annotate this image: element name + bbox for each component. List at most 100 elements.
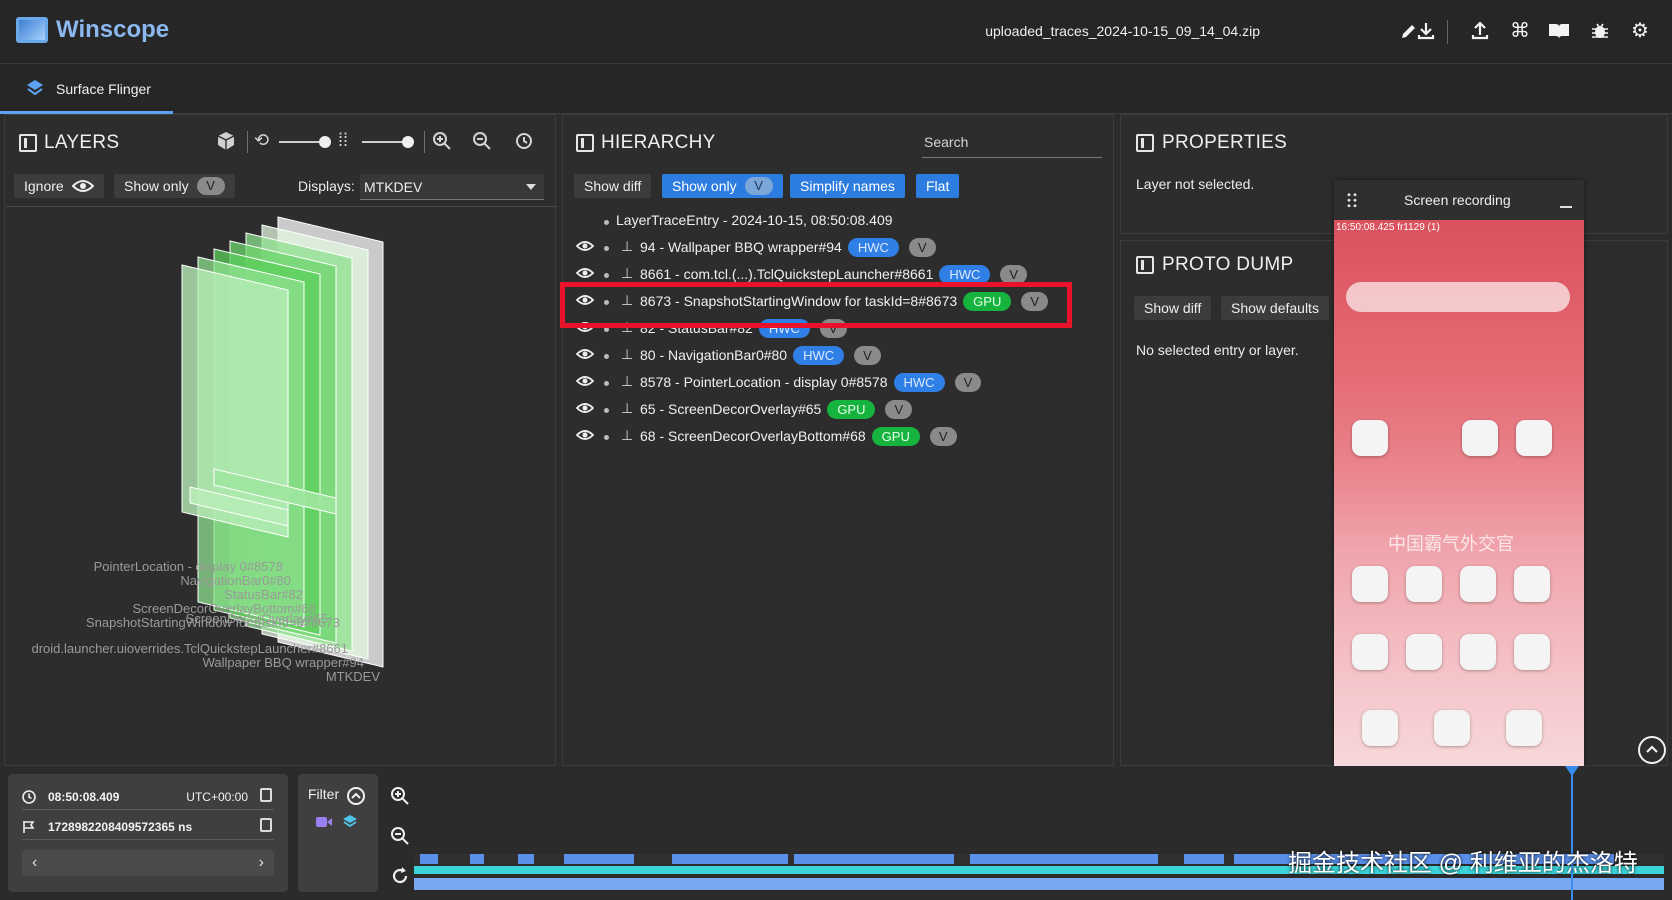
- play-store-app-icon: [1406, 634, 1442, 670]
- copy-icon[interactable]: [260, 788, 272, 802]
- drag-handle-icon[interactable]: [1346, 192, 1358, 208]
- tree-root[interactable]: LayerTraceEntry - 2024-10-15, 08:50:08.4…: [576, 210, 1076, 234]
- composition-badge: GPU: [871, 427, 920, 446]
- spacing-icon: ⁞⁞: [338, 130, 349, 150]
- layer-label: Wallpaper BBQ wrapper#94: [202, 655, 364, 670]
- timestamp-value: 08:50:08.409: [48, 790, 120, 804]
- eye-icon: [72, 180, 94, 192]
- timeline-zoom-in-icon[interactable]: [390, 786, 412, 808]
- collapse-panel-icon[interactable]: [1136, 256, 1154, 274]
- layers-3d-viewport[interactable]: PointerLocation - display 0#8578 Navigat…: [6, 206, 558, 764]
- ignore-button[interactable]: Ignore: [14, 174, 104, 198]
- filter-toggle-icon[interactable]: [346, 786, 366, 806]
- show-only-toggle-button[interactable]: Show only V: [114, 174, 235, 198]
- row-text: 80 - NavigationBar0#80 HWC V: [640, 346, 881, 365]
- tree-row[interactable]: ⊥ 65 - ScreenDecorOverlay#65 GPU V: [576, 398, 1076, 422]
- prev-entry-button[interactable]: ‹: [32, 854, 37, 872]
- tree-bullet: [604, 273, 609, 278]
- visible-chip: V: [744, 177, 773, 195]
- collapse-panel-icon[interactable]: [576, 134, 594, 152]
- pin-icon[interactable]: ⊥: [621, 400, 633, 417]
- ignore-label: Ignore: [24, 178, 64, 194]
- watermark-text: 掘金技术社区 @ 利维亚的杰洛特: [1288, 850, 1638, 877]
- gmail-app-icon: [1462, 420, 1498, 456]
- tab-surface-flinger[interactable]: Surface Flinger: [0, 64, 173, 114]
- toolbar-divider: [424, 131, 425, 153]
- download-icon[interactable]: [1415, 20, 1437, 42]
- displays-select[interactable]: MTKDEV: [360, 174, 544, 200]
- nanoseconds-field[interactable]: 1728982208409572365 ns: [22, 816, 274, 840]
- eye-icon[interactable]: [576, 267, 594, 279]
- pin-icon[interactable]: ⊥: [621, 427, 633, 444]
- tree-bullet: [604, 381, 609, 386]
- slider-handle[interactable]: [319, 136, 331, 148]
- zoom-out-icon[interactable]: [472, 131, 492, 154]
- spacing-slider[interactable]: [362, 136, 414, 148]
- next-entry-button[interactable]: ›: [259, 854, 264, 872]
- smart-manager-app-icon: [1460, 566, 1496, 602]
- settings-gear-icon[interactable]: ⚙: [1629, 20, 1651, 42]
- row-text: 94 - Wallpaper BBQ wrapper#94 HWC V: [640, 238, 936, 257]
- tab-label: Surface Flinger: [56, 81, 151, 97]
- filter-card: Filter: [298, 774, 378, 892]
- tree-row[interactable]: ⊥ 80 - NavigationBar0#80 HWC V: [576, 344, 1076, 368]
- simplify-names-button[interactable]: Simplify names: [790, 174, 905, 198]
- composition-badge: GPU: [827, 400, 876, 419]
- pin-icon[interactable]: ⊥: [621, 238, 633, 255]
- show-only-visible-button[interactable]: Show only V: [662, 174, 783, 198]
- eye-icon[interactable]: [576, 402, 594, 414]
- visible-chip: V: [196, 177, 225, 195]
- layer-name: 65 - ScreenDecorOverlay#65: [640, 401, 822, 417]
- slider-handle[interactable]: [402, 136, 414, 148]
- collapse-panel-icon[interactable]: [1136, 134, 1154, 152]
- properties-empty-text: Layer not selected.: [1136, 176, 1255, 192]
- chevron-down-icon: [526, 184, 536, 190]
- minimize-icon[interactable]: [1560, 206, 1572, 208]
- documentation-icon[interactable]: [1548, 20, 1570, 42]
- rotation-slider[interactable]: [279, 136, 331, 148]
- flat-button[interactable]: Flat: [916, 174, 960, 198]
- layer-name: 68 - ScreenDecorOverlayBottom#68: [640, 428, 866, 444]
- hierarchy-search-input[interactable]: Search: [922, 134, 1102, 158]
- eye-icon[interactable]: [576, 429, 594, 441]
- proto-show-diff-button[interactable]: Show diff: [1134, 296, 1212, 320]
- time-cursor-line[interactable]: [1571, 770, 1573, 900]
- upload-icon[interactable]: [1469, 20, 1491, 42]
- row-text: 8578 - PointerLocation - display 0#8578 H…: [640, 373, 982, 392]
- pin-icon[interactable]: ⊥: [621, 265, 633, 282]
- tree-row[interactable]: ⊥ 94 - Wallpaper BBQ wrapper#94 HWC V: [576, 236, 1076, 260]
- timeline-reset-icon[interactable]: [390, 866, 412, 888]
- layer-label: ScreenDecorOverlay#65: [185, 611, 328, 626]
- eye-icon[interactable]: [576, 240, 594, 252]
- 3d-view-icon[interactable]: [216, 131, 236, 154]
- tree-bullet: [604, 354, 609, 359]
- zoom-in-icon[interactable]: [432, 131, 452, 154]
- show-diff-button[interactable]: Show diff: [574, 174, 652, 198]
- google-app-icon: [1352, 634, 1388, 670]
- screen-recording-header[interactable]: Screen recording: [1334, 180, 1584, 220]
- top-bar: Winscope uploaded_traces_2024-10-15_09_1…: [0, 0, 1672, 64]
- pin-icon[interactable]: ⊥: [621, 373, 633, 390]
- reset-view-icon[interactable]: [514, 131, 534, 154]
- bug-report-icon[interactable]: [1589, 20, 1611, 42]
- tree-row[interactable]: ⊥ 8578 - PointerLocation - display 0#857…: [576, 371, 1076, 395]
- tree-bullet: [604, 435, 609, 440]
- timestamp-field[interactable]: 08:50:08.409 UTC+00:00: [22, 786, 274, 810]
- pin-icon[interactable]: ⊥: [621, 346, 633, 363]
- keyboard-shortcuts-icon[interactable]: ⌘: [1509, 20, 1531, 42]
- tree-row[interactable]: ⊥ 68 - ScreenDecorOverlayBottom#68 GPU V: [576, 425, 1076, 449]
- screen-recording-window[interactable]: Screen recording 16:50:08.425 fr1129 (1)…: [1334, 180, 1584, 766]
- scroll-up-icon[interactable]: [1638, 736, 1666, 764]
- eye-icon[interactable]: [576, 375, 594, 387]
- eye-icon[interactable]: [576, 348, 594, 360]
- visible-badge: V: [929, 427, 957, 446]
- timeline-zoom-out-icon[interactable]: [390, 826, 412, 848]
- rotation-icon: ⟲: [254, 130, 270, 150]
- layer-label: StatusBar#82: [224, 587, 303, 602]
- filter-label[interactable]: Filter: [308, 786, 339, 802]
- tree-bullet: [604, 408, 609, 413]
- show-defaults-button[interactable]: Show defaults: [1221, 296, 1329, 320]
- collapse-panel-icon[interactable]: [19, 134, 37, 152]
- visible-badge: V: [908, 238, 936, 257]
- copy-icon[interactable]: [260, 818, 272, 832]
